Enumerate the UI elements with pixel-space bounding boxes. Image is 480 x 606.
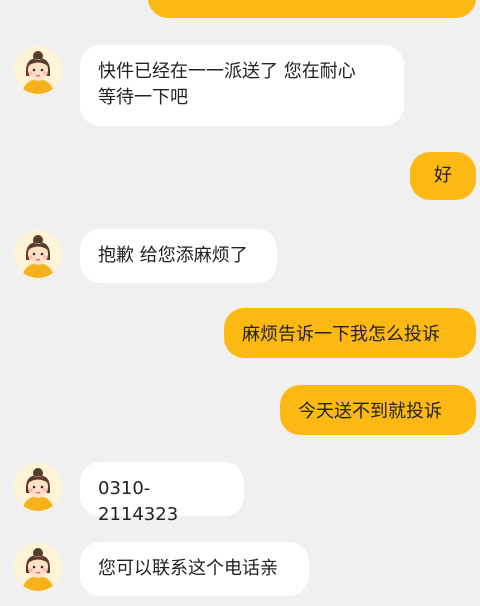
message-bubble-outgoing-partial[interactable] bbox=[148, 0, 476, 18]
message-bubble-outgoing[interactable]: 今天送不到就投诉 bbox=[280, 385, 476, 435]
message-bubble-outgoing[interactable]: 好 bbox=[410, 152, 476, 200]
girl-avatar-icon[interactable] bbox=[14, 543, 62, 591]
message-text: 今天送不到就投诉 bbox=[298, 401, 442, 422]
message-bubble-outgoing[interactable]: 麻烦告诉一下我怎么投诉 bbox=[224, 308, 476, 358]
chat-thread: 快件已经在一一派送了 您在耐心 等待一下吧 好 抱歉 给您添麻烦了 麻烦告诉一下… bbox=[0, 0, 480, 606]
message-text: 好 bbox=[434, 165, 452, 186]
phone-number-text: 0310-2114323 bbox=[98, 478, 179, 525]
message-bubble-incoming[interactable]: 抱歉 给您添麻烦了 bbox=[80, 229, 277, 283]
girl-avatar-icon[interactable] bbox=[14, 230, 62, 278]
message-text: 麻烦告诉一下我怎么投诉 bbox=[242, 324, 440, 345]
girl-avatar-icon[interactable] bbox=[14, 463, 62, 511]
girl-avatar-icon[interactable] bbox=[14, 46, 62, 94]
message-text-line-2: 等待一下吧 bbox=[98, 87, 188, 108]
message-text: 您可以联系这个电话亲 bbox=[98, 558, 278, 579]
message-bubble-incoming[interactable]: 快件已经在一一派送了 您在耐心 等待一下吧 bbox=[80, 45, 404, 126]
message-bubble-incoming[interactable]: 您可以联系这个电话亲 bbox=[80, 542, 309, 596]
message-text-line-1: 快件已经在一一派送了 您在耐心 bbox=[98, 61, 356, 82]
message-bubble-incoming[interactable]: 0310-2114323 bbox=[80, 462, 244, 525]
message-text: 抱歉 给您添麻烦了 bbox=[98, 245, 248, 266]
